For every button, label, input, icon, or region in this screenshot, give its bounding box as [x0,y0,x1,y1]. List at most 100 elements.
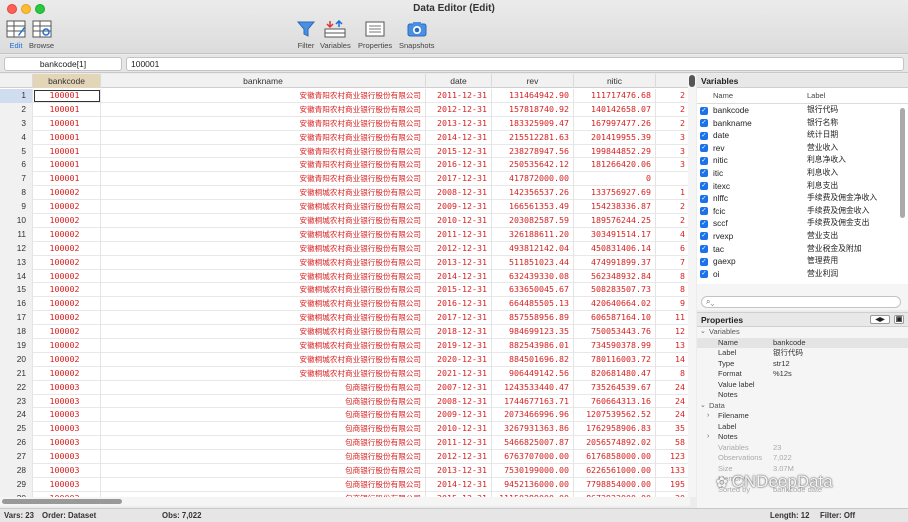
row-number[interactable]: 15 [0,283,33,298]
cell-bankcode[interactable]: 100002 [33,366,101,381]
row-number[interactable]: 25 [0,422,33,437]
cell-date[interactable]: 2010-12-31 [426,422,492,437]
variable-visible-checkbox[interactable]: ✓ [700,106,708,115]
cell-date[interactable]: 2011-12-31 [426,436,492,451]
cell-bankcode[interactable]: 100002 [33,325,101,340]
cell-next[interactable]: 3 [656,131,689,145]
cell-bankname[interactable]: 安徽桐城农村商业银行股份有限公司 [101,200,426,215]
cell-rev[interactable]: 511851023.44 [492,255,574,270]
cell-rev[interactable]: 6763707000.00 [492,450,574,465]
cell-bankname[interactable]: 安徽桐城农村商业银行股份有限公司 [101,325,426,340]
cell-rev[interactable]: 250535642.12 [492,158,574,173]
cell-next[interactable]: 2 [656,89,689,103]
table-row[interactable]: 1 100001 安徽青阳农村商业银行股份有限公司 2011-12-31 1314649… [0,89,689,103]
cell-bankcode[interactable]: 100003 [33,464,101,478]
cell-bankname[interactable]: 安徽桐城农村商业银行股份有限公司 [101,352,426,367]
cell-nitic[interactable]: 167997477.26 [574,116,656,131]
cell-rev[interactable]: 664485505.13 [492,297,574,312]
cell-rev[interactable]: 166561353.49 [492,200,574,215]
row-number[interactable]: 1 [0,89,33,103]
cell-bankcode[interactable]: 100003 [33,450,101,465]
cell-bankname[interactable]: 安徽桐城农村商业银行股份有限公司 [101,255,426,270]
table-row[interactable]: 28 100003 包商银行股份有限公司 2013-12-31 7530199000.0… [0,464,689,478]
variable-list-item[interactable]: ✓ bankname 银行名称 [697,117,908,130]
table-row[interactable]: 29 100003 包商银行股份有限公司 2014-12-31 9452136000.0… [0,477,689,492]
cell-bankname[interactable]: 安徽桐城农村商业银行股份有限公司 [101,214,426,228]
variables-scroll-thumb[interactable] [900,108,905,218]
variable-visible-checkbox[interactable]: ✓ [700,144,708,153]
cell-nitic[interactable]: 450831406.14 [574,241,656,256]
cell-rev[interactable]: 238278947.56 [492,144,574,159]
cell-rev[interactable]: 882543986.01 [492,339,574,353]
cell-next[interactable]: 4 [656,228,689,242]
cell-next[interactable]: 8 [656,283,689,297]
cell-bankname[interactable]: 包商银行股份有限公司 [101,422,426,437]
row-number[interactable]: 5 [0,144,33,159]
variables-label-header[interactable]: Label [807,88,825,104]
table-row[interactable]: 25 100003 包商银行股份有限公司 2010-12-31 3267931363.8… [0,422,689,437]
table-row[interactable]: 9 100002 安徽桐城农村商业银行股份有限公司 2009-12-31 1665613… [0,200,689,215]
variable-visible-checkbox[interactable]: ✓ [700,232,708,241]
cell-nitic[interactable]: 201419955.39 [574,130,656,145]
cell-date[interactable]: 2012-12-31 [426,102,492,117]
cell-date[interactable]: 2011-12-31 [426,89,492,103]
table-row[interactable]: 18 100002 安徽桐城农村商业银行股份有限公司 2018-12-31 984699… [0,325,689,340]
cell-bankname[interactable]: 安徽青阳农村商业银行股份有限公司 [101,130,426,145]
row-number[interactable]: 21 [0,366,33,381]
cell-bankcode[interactable]: 100002 [33,311,101,326]
property-row[interactable]: Observations 7,022 [697,453,908,464]
row-number[interactable]: 14 [0,269,33,284]
cell-bankcode[interactable]: 100002 [33,283,101,298]
cell-next[interactable]: 2 [656,214,689,228]
table-row[interactable]: 20 100002 安徽桐城农村商业银行股份有限公司 2020-12-31 884501… [0,352,689,367]
data-grid[interactable]: bankcode bankname date rev nitic 1 100001… [0,74,690,497]
variable-list-item[interactable]: ✓ itexc 利息支出 [697,180,908,193]
cell-date[interactable]: 2011-12-31 [426,227,492,242]
table-row[interactable]: 14 100002 安徽桐城农村商业银行股份有限公司 2014-12-31 632439… [0,269,689,284]
column-header-rev[interactable]: rev [492,74,574,88]
table-row[interactable]: 19 100002 安徽桐城农村商业银行股份有限公司 2019-12-31 882543… [0,339,689,353]
variable-visible-checkbox[interactable]: ✓ [700,131,708,140]
variable-list-item[interactable]: ✓ tac 营业税金及附加 [697,243,908,256]
cell-bankcode[interactable]: 100003 [33,408,101,423]
cell-rev[interactable]: 215512281.63 [492,130,574,145]
cell-bankname[interactable]: 安徽桐城农村商业银行股份有限公司 [101,241,426,256]
table-row[interactable]: 5 100001 安徽青阳农村商业银行股份有限公司 2015-12-31 2382789… [0,144,689,159]
cell-next[interactable]: 195 [656,478,689,492]
cell-next[interactable] [656,172,689,186]
row-number[interactable]: 16 [0,297,33,312]
property-row[interactable]: Label 银行代码 [697,348,908,359]
cell-rev[interactable]: 9452136000.00 [492,477,574,492]
row-number[interactable]: 22 [0,380,33,395]
cell-bankname[interactable]: 安徽桐城农村商业银行股份有限公司 [101,366,426,381]
property-row[interactable]: Name bankcode [697,337,908,348]
table-row[interactable]: 27 100003 包商银行股份有限公司 2012-12-31 6763707000.0… [0,450,689,465]
variable-list-item[interactable]: ✓ rvexp 营业支出 [697,230,908,243]
cell-next[interactable]: 24 [656,408,689,422]
row-number[interactable]: 23 [0,394,33,409]
table-row[interactable]: 21 100002 安徽桐城农村商业银行股份有限公司 2021-12-31 906449… [0,366,689,381]
property-row[interactable]: Label [697,422,908,433]
cell-nitic[interactable]: 303491514.17 [574,227,656,242]
cell-date[interactable]: 2016-12-31 [426,297,492,312]
cell-next[interactable]: 123 [656,450,689,464]
variable-list-item[interactable]: ✓ nlffc 手续费及佣金净收入 [697,192,908,205]
cell-nitic[interactable]: 820681480.47 [574,366,656,381]
cell-date[interactable]: 2021-12-31 [426,366,492,381]
cell-rev[interactable]: 5466825007.87 [492,436,574,451]
cell-date[interactable]: 2013-12-31 [426,255,492,270]
filter-button[interactable]: Filter [294,18,318,50]
row-number[interactable]: 6 [0,158,33,173]
cell-next[interactable]: 8 [656,367,689,381]
table-row[interactable]: 26 100003 包商银行股份有限公司 2011-12-31 5466825007.8… [0,436,689,451]
row-number[interactable]: 7 [0,172,33,187]
variable-list-item[interactable]: ✓ fcic 手续费及佣金收入 [697,205,908,218]
variable-visible-checkbox[interactable]: ✓ [700,182,708,191]
grid-horizontal-scrollbar[interactable] [0,497,690,506]
table-row[interactable]: 3 100001 安徽青阳农村商业银行股份有限公司 2013-12-31 1833259… [0,116,689,131]
cell-date[interactable]: 2008-12-31 [426,186,492,201]
cell-date[interactable]: 2017-12-31 [426,172,492,187]
cell-bankname[interactable]: 安徽桐城农村商业银行股份有限公司 [101,339,426,353]
cell-next[interactable]: 14 [656,353,689,367]
cell-next[interactable]: 2 [656,200,689,214]
